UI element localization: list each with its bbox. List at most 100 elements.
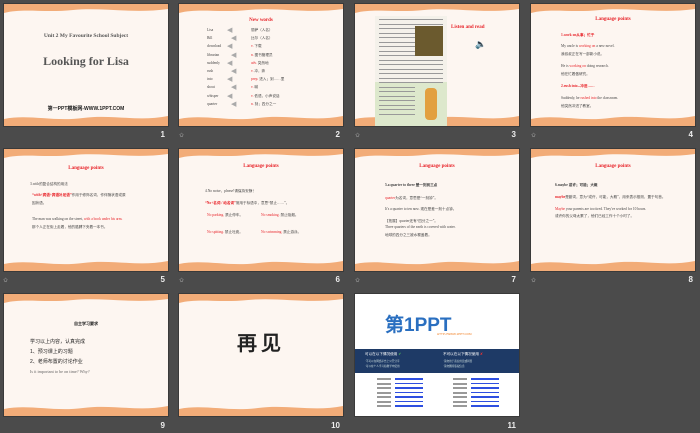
slide-number: 7 — [511, 275, 516, 284]
animation-icon: ✩ — [179, 277, 185, 284]
slide-title: New words — [249, 18, 273, 23]
resource-link[interactable] — [471, 400, 499, 402]
library-photo — [415, 26, 443, 56]
slide-thumbnail-1[interactable]: Unit 2 My Favourite School Subject Looki… — [3, 3, 169, 127]
resource-link[interactable] — [471, 387, 499, 389]
text-line — [379, 50, 415, 52]
translation: 他突然冲进了教室。 — [561, 104, 594, 108]
text-line — [379, 37, 415, 38]
text-line — [379, 73, 443, 74]
speaker-icon[interactable]: ◀ — [227, 75, 232, 83]
word-cn: v. 冲，奔 — [251, 69, 266, 73]
resource-link[interactable] — [471, 391, 499, 393]
resource-link[interactable] — [395, 391, 423, 393]
speaker-icon[interactable]: ◀ — [231, 67, 236, 75]
text-line — [379, 41, 415, 43]
slide-thumbnail-7[interactable]: Language points 5.a quarter to three 差一刻… — [354, 148, 520, 272]
word-cn: n. 刻；四分之一 — [251, 101, 277, 106]
check-icon: ✔ — [398, 352, 402, 356]
wave-top-decoration — [4, 4, 168, 13]
wave-bottom-decoration — [531, 116, 695, 126]
wave-top-decoration — [4, 294, 168, 303]
text-line — [379, 109, 415, 110]
slide-title: Language points — [419, 164, 455, 169]
animation-icon: ✩ — [531, 277, 537, 284]
wave-bottom-decoration — [179, 116, 343, 126]
textbook-page-image — [375, 16, 447, 126]
speaker-icon[interactable]: ◀ — [227, 42, 232, 50]
word-en: into — [207, 77, 213, 82]
resource-link[interactable] — [395, 378, 423, 380]
animation-icon: ✩ — [3, 277, 9, 284]
resource-link[interactable] — [471, 382, 499, 384]
slide-title: Looking for Lisa — [43, 54, 129, 68]
point-heading: 2.rush into...冲进…… — [561, 84, 595, 88]
speaker-icon[interactable]: ◀ — [227, 92, 232, 100]
resource-link[interactable] — [471, 405, 499, 407]
text-line — [379, 82, 443, 83]
qr-label — [377, 382, 391, 385]
slide-number: 8 — [688, 275, 693, 284]
wave-top-decoration — [179, 294, 343, 303]
qr-label — [377, 387, 391, 389]
slide-number: 11 — [507, 421, 516, 430]
wave-bottom-decoration — [4, 116, 168, 126]
speaker-icon[interactable]: ◀ — [231, 83, 236, 91]
speaker-icon[interactable]: 🔈 — [475, 40, 486, 50]
slide-thumbnail-9[interactable]: 自主学习要求 学习以上内容，认真完成 1、预习课上的习题 2、老师布置的讨论作业… — [3, 293, 169, 417]
resource-link[interactable] — [395, 405, 423, 407]
speaker-icon[interactable]: ◀ — [227, 26, 232, 34]
text-line — [379, 55, 415, 56]
slide-thumbnail-5[interactable]: Language points 3.with的复合结构的用法 “with+宾语+… — [3, 148, 169, 272]
slide-title: Language points — [595, 164, 631, 169]
qr-label — [453, 391, 467, 394]
resource-link[interactable] — [395, 382, 423, 384]
word-cn: v. 喊 — [251, 85, 258, 90]
text-line — [379, 68, 443, 70]
word-en: shout — [207, 85, 215, 90]
slide-thumbnail-6[interactable]: Language points 4.No noise，please!请保持安静！… — [178, 148, 344, 272]
text-line — [379, 64, 443, 65]
animation-icon: ✩ — [355, 277, 361, 284]
resource-link[interactable] — [471, 396, 499, 398]
wave-bottom-decoration — [355, 261, 519, 271]
word-cn: adv. 突然地 — [251, 60, 269, 65]
slide-thumbnail-3[interactable]: Listen and read 🔈 — [354, 3, 520, 127]
speaker-icon[interactable]: ◀ — [231, 100, 236, 108]
slide-number: 2 — [335, 130, 340, 139]
slide-thumbnail-2[interactable]: New words Lisa ◀ 丽萨（人名） Bill ◀ 比尔（人名） down… — [178, 3, 344, 127]
slide-title: Language points — [68, 166, 104, 171]
slide-footer: 第一PPT模板网-WWW.1PPT.COM — [47, 106, 125, 112]
animation-icon: ✩ — [531, 132, 537, 139]
slide-thumbnail-8[interactable]: Language points 6.maybe 或许；可能；大概 maybe是副… — [530, 148, 696, 272]
wave-bottom-decoration — [4, 406, 168, 416]
resource-link[interactable] — [471, 378, 499, 380]
wave-top-decoration — [531, 4, 695, 13]
text-line — [379, 23, 443, 25]
word-cn: 比尔（人名） — [251, 36, 273, 41]
qr-label — [453, 396, 467, 398]
resource-link[interactable] — [395, 387, 423, 389]
slide-thumbnail-10[interactable]: 再见 — [178, 293, 344, 417]
resource-link[interactable] — [395, 400, 423, 402]
wave-bottom-decoration — [531, 261, 695, 271]
example-sentence: My uncle is working on a new novel. — [561, 44, 615, 48]
wave-bottom-decoration — [179, 261, 343, 271]
slide-number: 5 — [160, 275, 165, 284]
slide-number: 1 — [160, 130, 165, 139]
text-line — [379, 86, 415, 88]
slide-thumbnail-4[interactable]: Language points 1.work on从事；忙于 My uncle … — [530, 3, 696, 127]
slide-title: Listen and read — [451, 25, 485, 30]
slide-number: 4 — [688, 130, 693, 139]
speaker-icon[interactable]: ◀ — [231, 34, 236, 42]
text-line — [379, 59, 443, 61]
resource-link[interactable] — [395, 396, 423, 398]
slide-subtitle: Unit 2 My Favourite School Subject — [43, 33, 129, 39]
speaker-icon[interactable]: ◀ — [231, 51, 236, 59]
wave-top-decoration — [355, 4, 519, 13]
qr-label — [453, 400, 467, 403]
qr-label — [453, 378, 467, 380]
speaker-icon[interactable]: ◀ — [227, 59, 232, 67]
slide-thumbnail-11[interactable]: 第1PPT HTTP://WWW.1PPT.COM 可以在以下情况使用 ✔ ·不… — [354, 293, 520, 417]
qr-label — [377, 378, 391, 380]
